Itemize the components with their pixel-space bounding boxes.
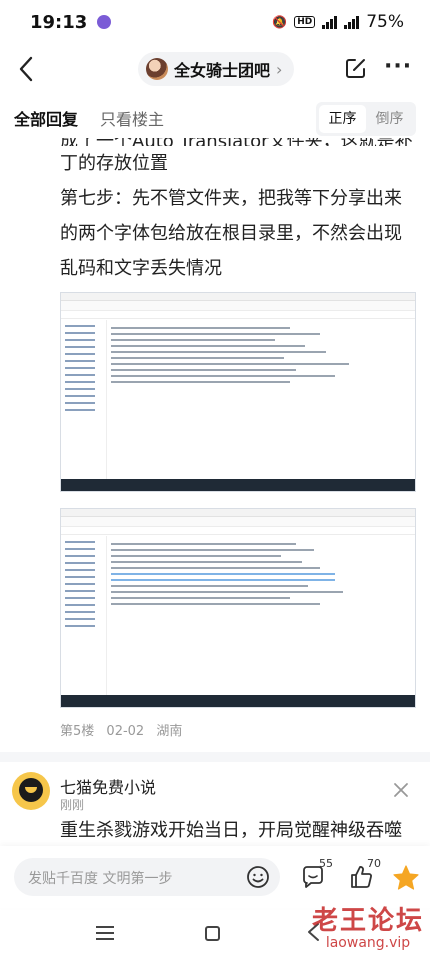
post-line: 的两个字体包给放在根目录里，不然会出现 [60,223,402,244]
post-image[interactable] [60,292,416,492]
divider [0,752,430,762]
floor-number: 第5楼 [60,724,95,739]
back-button[interactable] [14,54,44,84]
comments-count: 55 [319,857,333,870]
site-watermark: 老王论坛 laowang.vip [308,900,428,951]
comments-button[interactable]: 55 [300,857,333,892]
comment-avatar[interactable] [12,772,50,810]
post-location: 湖南 [156,724,183,739]
forum-entry-button[interactable]: 全女骑士团吧 › [138,52,295,86]
signal-icon-2 [344,15,360,29]
hd-icon: HD [294,16,316,28]
floor-meta: 第5楼 02-02 湖南 [60,720,190,739]
forum-avatar [146,58,168,80]
comment-time: 刚刚 [60,798,85,812]
sort-desc-button[interactable]: 倒序 [366,105,413,133]
status-bar: 19:13 🔕 HD 75% [0,0,430,44]
comment-username[interactable]: 七猫免费小说 [60,774,156,798]
more-button[interactable]: ··· [384,54,412,79]
emoji-button[interactable] [246,865,270,889]
sort-asc-button[interactable]: 正序 [319,105,366,133]
status-icons: 🔕 HD 75% [272,12,404,32]
likes-count: 70 [367,857,381,870]
home-button[interactable] [205,926,220,941]
tab-host-only[interactable]: 只看楼主 [100,106,164,130]
battery-level: 75% [366,12,404,32]
signal-icon [322,15,338,29]
post-date: 02-02 [106,724,145,739]
close-icon [394,783,408,797]
emoji-icon [247,866,269,888]
watermark-text: 老王论坛 [311,906,424,936]
favorite-button[interactable] [392,864,420,892]
chevron-left-icon [19,56,33,82]
top-header: 全女骑士团吧 › ··· [0,44,430,94]
like-button[interactable]: 70 [348,857,381,892]
recent-apps-button[interactable] [96,926,114,944]
chevron-right-icon: › [276,59,283,79]
filter-bar: 全部回复 只看楼主 正序 倒序 [0,98,430,138]
post-partial-line: 成了一个Auto Translator文件夹，这就是补 [60,138,420,146]
post-line: 第七步：先不管文件夹，把我等下分享出来 [60,188,402,209]
close-button[interactable] [392,780,410,804]
post-line: 乱码和文字丢失情况 [60,258,222,279]
post-body: 成了一个Auto Translator文件夹，这就是补 丁的存放位置 第七步：先… [60,138,420,288]
post-line: 丁的存放位置 [60,153,168,174]
star-icon [393,865,419,890]
status-time: 19:13 [30,11,88,33]
watermark-url: laowang.vip [325,935,411,951]
tab-all-replies[interactable]: 全部回复 [14,106,78,130]
reply-bar: 发贴千百度 文明第一步 55 70 [0,846,430,908]
comment-text[interactable]: 重生杀戮游戏开始当日，开局觉醒神级吞噬 [60,816,420,846]
notification-app-icon [97,15,112,29]
forum-name: 全女骑士团吧 [174,61,271,80]
sort-toggle: 正序 倒序 [316,102,416,136]
more-icon: ··· [384,54,413,79]
post-image[interactable] [60,508,416,708]
edit-icon [346,59,365,78]
reply-input[interactable]: 发贴千百度 文明第一步 [14,858,280,896]
edit-button[interactable] [344,56,368,80]
reply-placeholder: 发贴千百度 文明第一步 [28,871,173,887]
mute-icon: 🔕 [272,15,288,29]
